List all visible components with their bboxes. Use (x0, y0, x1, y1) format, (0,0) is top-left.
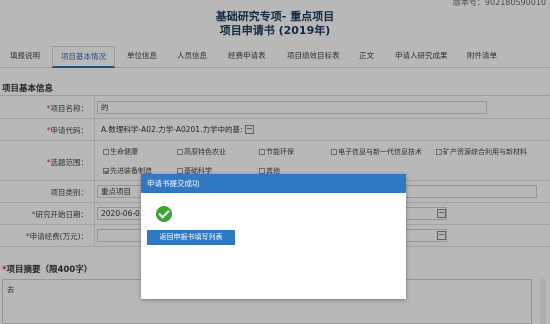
return-to-list-button[interactable]: 返回申报书填写列表 (147, 230, 235, 245)
dialog-title: 申请书提交成功 (141, 174, 406, 193)
submit-success-dialog: 申请书提交成功 返回申报书填写列表 (141, 174, 406, 299)
check-circle-icon (156, 206, 172, 222)
